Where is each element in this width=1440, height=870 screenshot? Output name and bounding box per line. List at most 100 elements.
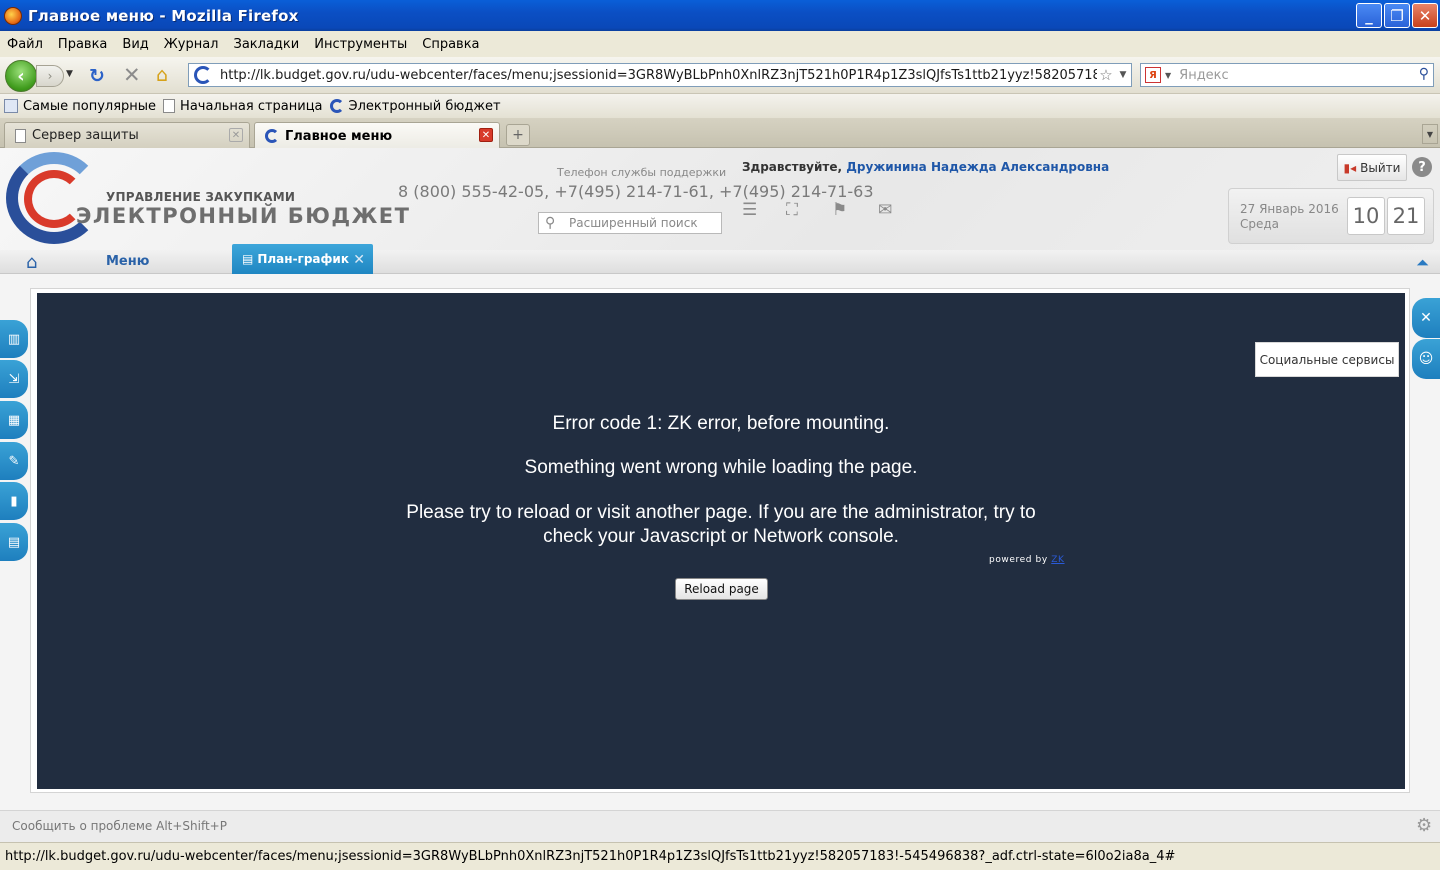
e-budget-icon [329,99,344,113]
tab-close-icon[interactable]: ✕ [479,128,493,142]
app-header: УПРАВЛЕНИЕ ЗАКУПКАМИ ЭЛЕКТРОННЫЙ БЮДЖЕТ … [0,148,1440,250]
bookmark-most-visited[interactable]: Самые популярные [4,99,156,114]
e-budget-icon [265,129,279,143]
zk-link[interactable]: ZK [1051,555,1064,565]
tab-close-icon[interactable]: ✕ [229,128,243,142]
logout-icon: ▮◂ [1343,160,1357,175]
firefox-icon [4,6,22,25]
report-problem-link[interactable]: Сообщить о проблеме Alt+Shift+P [12,819,227,833]
error-panel: Error code 1: ZK error, before mounting.… [37,293,1405,789]
time-minutes: 21 [1387,197,1425,235]
sidebar-export-icon[interactable]: ⇲ [0,360,28,398]
date-time-widget: 27 Январь 2016 Среда 10 21 [1228,188,1434,244]
menu-tools[interactable]: Инструменты [314,37,407,52]
mail-icon[interactable]: ✉ [878,200,892,220]
page-icon [163,99,176,113]
menu-bookmarks[interactable]: Закладки [234,37,300,52]
forward-arrow-icon: › [47,69,53,83]
advanced-search-input[interactable]: ⚲ Расширенный поиск [538,212,722,234]
sidebar-edit-icon[interactable]: ✎ [0,442,28,480]
collapse-header-icon[interactable]: ⏶ [1416,253,1429,273]
site-favicon-icon [194,66,212,84]
sidebar-analytics-icon[interactable]: ▥ [0,320,28,358]
support-phones: 8 (800) 555-42-05, +7(495) 214-71-61, +7… [398,182,874,201]
tab-strip: Сервер защиты ✕ Главное меню ✕ + ▼ [0,118,1440,149]
plan-schedule-icon: ▤ [242,252,254,266]
support-caption: Телефон службы поддержки [557,166,727,179]
logout-button[interactable]: ▮◂ Выйти [1337,154,1407,181]
forward-button[interactable]: › [36,65,64,87]
current-weekday: Среда [1240,217,1280,231]
history-dropdown-icon[interactable]: ▼ [66,69,73,79]
greeting: Здравствуйте, Дружинина Надежда Александ… [742,160,1110,174]
search-dropdown-icon[interactable]: ▼ [1165,71,1171,80]
back-button[interactable]: ‹ [5,60,37,92]
menu-bar: Файл Правка Вид Журнал Закладки Инструме… [0,31,1440,57]
search-icon: ⚲ [545,215,556,231]
app-home-icon[interactable]: ⌂ [26,252,37,273]
bookmark-folder-icon [4,99,18,113]
e-budget-logo-inner-icon [24,170,84,228]
url-text[interactable]: http://lk.budget.gov.ru/udu-webcenter/fa… [220,68,1097,83]
reload-page-button[interactable]: Reload page [675,578,768,600]
social-services-tooltip: Социальные сервисы [1255,342,1399,377]
window-controls: _ ❐ ✕ [1356,3,1438,28]
menu-file[interactable]: Файл [7,37,43,52]
tab-main-menu[interactable]: Главное меню ✕ [254,122,500,149]
app-menu-link[interactable]: Меню [106,254,149,269]
search-input[interactable]: Яндекс [1179,68,1229,83]
home-icon[interactable]: ⌂ [156,64,168,86]
content-frame: Error code 1: ZK error, before mounting.… [30,288,1410,793]
error-message: Something went wrong while loading the p… [524,457,918,478]
tab-security-server[interactable]: Сервер защиты ✕ [4,122,250,148]
bookmarks-bar: Самые популярные Начальная страница Элек… [0,94,1440,118]
menu-history[interactable]: Журнал [164,37,219,52]
app-nav-bar: ⌂ Меню ▤ План-график ✕ ⏶ [0,244,1440,274]
current-date: 27 Январь 2016 [1240,202,1339,216]
reload-icon[interactable]: ↻ [89,65,105,87]
maximize-button[interactable]: ❐ [1384,3,1410,28]
bookmark-start-page[interactable]: Начальная страница [163,99,323,114]
search-icon[interactable]: ⚲ [1419,66,1429,82]
user-icon[interactable]: ⚑ [832,200,847,220]
structure-icon[interactable]: ⛶ [786,200,798,220]
tab-list-icon[interactable]: ▼ [1422,124,1438,144]
status-bar: http://lk.budget.gov.ru/udu-webcenter/fa… [0,842,1440,870]
url-bar[interactable]: http://lk.budget.gov.ru/udu-webcenter/fa… [188,63,1132,87]
brand-subtitle: УПРАВЛЕНИЕ ЗАКУПКАМИ [106,190,296,204]
window-titlebar[interactable]: Главное меню - Mozilla Firefox _ ❐ ✕ [0,0,1440,31]
brand-title: ЭЛЕКТРОННЫЙ БЮДЖЕТ [76,204,411,228]
user-name-link[interactable]: Дружинина Надежда Александровна [846,160,1109,174]
minimize-button[interactable]: _ [1356,3,1382,28]
sidebar-book-icon[interactable]: ▮ [0,482,28,520]
tab-plan-schedule[interactable]: ▤ План-график ✕ [232,244,373,274]
tools-icon[interactable]: ✕ [1412,298,1440,338]
time-hours: 10 [1347,197,1385,235]
menu-edit[interactable]: Правка [58,37,107,52]
url-dropdown-icon[interactable]: ▼ [1115,70,1131,80]
sidebar-document-icon[interactable]: ▤ [0,523,28,561]
report-problem-bar: Сообщить о проблеме Alt+Shift+P ⚙ [0,810,1440,842]
powered-by: powered by ZK [989,555,1065,565]
yandex-icon[interactable]: Я [1145,67,1161,83]
help-icon[interactable]: ? [1412,157,1432,177]
close-window-button[interactable]: ✕ [1412,3,1438,28]
page-icon [15,128,26,143]
back-arrow-icon: ‹ [17,65,25,87]
search-bar[interactable]: Я ▼ Яндекс ⚲ [1140,63,1434,87]
social-services-icon[interactable]: ☺ [1412,339,1440,379]
error-hint: Please try to reload or visit another pa… [406,502,1036,547]
app-content: УПРАВЛЕНИЕ ЗАКУПКАМИ ЭЛЕКТРОННЫЙ БЮДЖЕТ … [0,148,1440,842]
tab-close-icon[interactable]: ✕ [353,252,365,268]
error-code: Error code 1: ZK error, before mounting. [552,413,890,434]
sidebar-calculator-icon[interactable]: ▦ [0,401,28,439]
menu-view[interactable]: Вид [122,37,148,52]
stop-icon[interactable]: ✕ [123,63,141,87]
bookmark-star-icon[interactable]: ☆ [1097,66,1115,84]
list-icon[interactable]: ☰ [742,200,757,220]
navigation-toolbar: ‹ › ▼ ↻ ✕ ⌂ http://lk.budget.gov.ru/udu-… [0,57,1440,94]
new-tab-button[interactable]: + [506,124,530,146]
bookmark-e-budget[interactable]: Электронный бюджет [329,99,501,114]
gear-icon[interactable]: ⚙ [1416,815,1432,836]
menu-help[interactable]: Справка [422,37,479,52]
